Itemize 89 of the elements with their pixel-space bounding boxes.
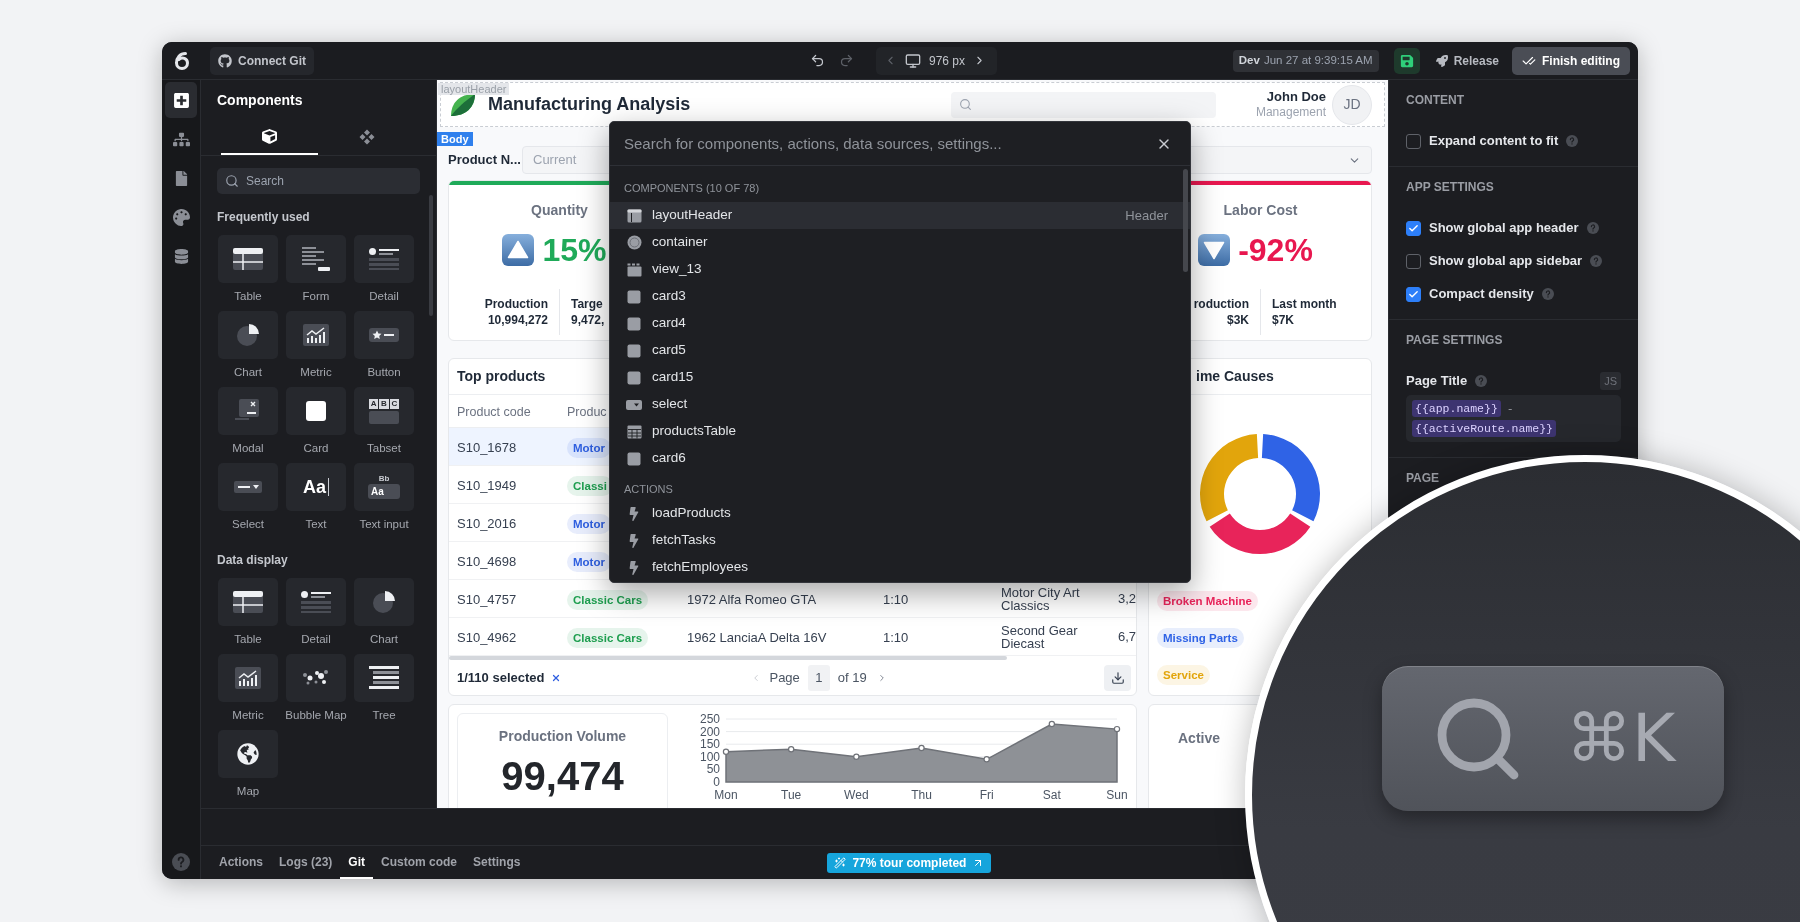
code-text: -	[1506, 401, 1514, 417]
table-cell: S10_1678	[457, 439, 517, 455]
filter-label: Product N...	[448, 151, 522, 170]
tabs-icon: A B C	[354, 387, 414, 435]
saved-time: Jun 27 at 9:39:15 AM	[1263, 52, 1373, 68]
y-tick-label: 250	[699, 712, 720, 726]
y-tick-label: 100	[699, 749, 720, 764]
table-cell: S10_2016	[457, 515, 517, 531]
component-tag: layoutHeader	[438, 83, 510, 95]
binding-token: {{activeRoute.name}}	[1412, 420, 1557, 437]
avatar: JD	[1332, 84, 1372, 125]
cause-tag: Broken Machine	[1157, 591, 1258, 611]
table-cell: S10_1949	[457, 477, 517, 493]
checkbox-label: Compact density	[1429, 285, 1534, 304]
table-cell: S10_4698	[457, 553, 517, 569]
js-badge: JS	[1600, 372, 1621, 390]
category-tag: Motor	[567, 551, 611, 572]
page-count: of 19	[837, 669, 867, 688]
section-heading: CONTENT	[1406, 93, 1464, 107]
field-label: Page Title	[1406, 372, 1468, 391]
x-tick-label: Sun	[1106, 788, 1128, 802]
y-tick-label: 50	[706, 762, 720, 777]
metric-title: Production Volume	[498, 727, 627, 745]
table-cell: S10_4757	[457, 591, 517, 607]
column-header: Produc	[567, 405, 607, 419]
section-heading: PAGE	[1406, 471, 1440, 485]
table-cell: 1:10	[883, 591, 909, 607]
user-name: John Doe	[1266, 89, 1326, 105]
user-role: Management	[1255, 105, 1326, 120]
card-title: ime Causes	[1196, 367, 1274, 386]
x-tick-label: Sat	[1042, 788, 1061, 802]
table-cell: 1972 Alfa Romeo GTA	[687, 591, 817, 607]
x-tick-label: Fri	[979, 788, 994, 802]
checkbox-label: Show global app header	[1429, 219, 1579, 238]
table-cell-text: 6,7	[1118, 627, 1136, 646]
y-tick-label: 0	[713, 775, 720, 789]
y-tick-label: 150	[699, 737, 720, 752]
metric-title: Active	[1178, 730, 1221, 746]
stat-label: Production	[484, 296, 548, 312]
cause-tag: Missing Parts	[1157, 628, 1244, 648]
environment-name: Dev	[1238, 52, 1260, 68]
stat-label: Last month	[1272, 296, 1337, 312]
section-heading: COMPONENTS (10 OF 78)	[624, 181, 761, 195]
item-type-label: Header	[1125, 206, 1168, 225]
stat-label: Targe	[571, 296, 603, 312]
category-tag: Motor	[567, 513, 611, 534]
card-title: Top products	[457, 367, 546, 386]
stat-value: 10,994,272	[487, 312, 548, 328]
table-cell: 1962 LanciaA Delta 16V	[687, 629, 827, 645]
page-label: Page	[769, 669, 800, 688]
app-title: Manufacturing Analysis	[488, 94, 691, 116]
category-tag: Classic Cars	[567, 627, 649, 648]
metric-title: Quantity	[531, 201, 588, 219]
checkbox-label: Expand content to fit	[1429, 132, 1559, 151]
x-tick-label: Wed	[844, 788, 869, 802]
x-tick-label: Tue	[781, 788, 802, 802]
column-header: Product code	[457, 405, 531, 419]
body-tag: Body	[437, 132, 473, 146]
stat-label: roduction	[1193, 296, 1249, 312]
stat-value: $7K	[1272, 312, 1294, 328]
category-tag: Motor	[567, 437, 611, 458]
group-heading: Data display	[217, 553, 289, 567]
table-cell: S10_4962	[457, 629, 517, 645]
category-tag: Classic Cars	[567, 589, 649, 610]
panel-title: Components	[217, 92, 304, 108]
viewport-width: 976 px	[929, 52, 966, 70]
table-cell: 1:10	[883, 629, 909, 645]
selection-count: 1/110 selected	[457, 669, 545, 688]
metric-value: 15%	[542, 234, 607, 266]
text-icon: Aa	[286, 463, 346, 511]
text-field-icon: Bb Aa	[354, 463, 414, 511]
x-tick-label: Mon	[714, 788, 738, 802]
metric-value: -92%	[1238, 234, 1313, 266]
table-cell-text: Motor City Art Classics	[1001, 585, 1081, 612]
table-cell-text: Second Gear Diecast	[1001, 623, 1079, 650]
table-cell-text: 3,2	[1118, 589, 1136, 608]
cause-tag: Service	[1157, 665, 1210, 685]
binding-token: {{app.name}}	[1412, 400, 1501, 417]
y-tick-label: 200	[699, 724, 720, 739]
section-heading: ACTIONS	[624, 482, 674, 496]
stat-value: $3K	[1227, 312, 1249, 328]
group-heading: Frequently used	[217, 210, 311, 224]
section-heading: APP SETTINGS	[1406, 180, 1494, 194]
x-tick-label: Thu	[911, 788, 932, 802]
metric-value: 99,474	[501, 754, 624, 798]
metric-title: Labor Cost	[1223, 201, 1298, 219]
stat-value: 9,472,	[571, 312, 605, 328]
section-heading: PAGE SETTINGS	[1406, 333, 1503, 347]
checkbox-label: Show global app sidebar	[1429, 252, 1583, 271]
